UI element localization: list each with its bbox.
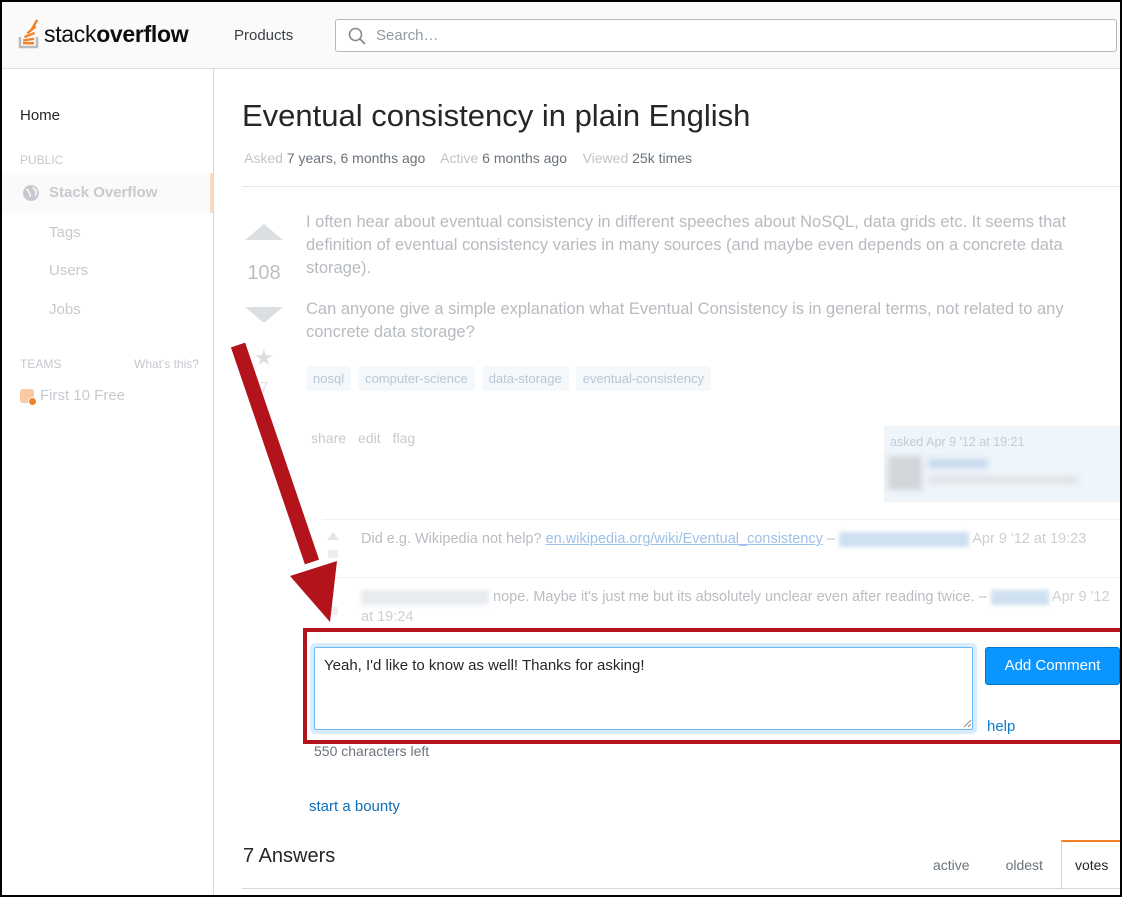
- divider: [322, 519, 1120, 520]
- logo-text: stackoverflow: [44, 20, 189, 48]
- tag-nosql[interactable]: nosql: [306, 366, 352, 391]
- comment-text: Did e.g. Wikipedia not help?: [361, 531, 542, 547]
- comment-upvote-icon[interactable]: [327, 532, 339, 540]
- blurred-comment-author[interactable]: [361, 589, 489, 605]
- asked-value: 7 years, 6 months ago: [286, 150, 426, 166]
- blurred-reputation: [928, 476, 1078, 484]
- favorite-count: 7: [260, 379, 269, 396]
- comment-dash: –: [826, 531, 835, 547]
- search-input[interactable]: [374, 26, 1078, 45]
- highlight-box-annotation: [303, 628, 1120, 744]
- question-title[interactable]: Eventual consistency in plain English: [242, 98, 750, 134]
- left-sidebar: Home PUBLIC Stack Overflow Tags Users Jo…: [2, 69, 214, 895]
- sidebar-teams-heading: TEAMS: [20, 357, 62, 371]
- share-link[interactable]: share: [311, 430, 346, 446]
- viewed-value: 25k times: [632, 150, 693, 166]
- blurred-comment-author[interactable]: [839, 531, 969, 547]
- tab-votes[interactable]: votes: [1060, 840, 1120, 890]
- sidebar-item-home[interactable]: Home: [20, 107, 60, 124]
- wikipedia-link[interactable]: en.wikipedia.org/wiki/Eventual_consisten…: [546, 531, 823, 547]
- comment-item: Did e.g. Wikipedia not help? en.wikipedi…: [361, 529, 1116, 549]
- sidebar-public-heading: PUBLIC: [20, 153, 64, 167]
- comment-flag-icon[interactable]: [328, 607, 338, 615]
- question-owner-card: asked Apr 9 '12 at 19:21: [884, 426, 1120, 502]
- flag-link[interactable]: flag: [393, 430, 416, 446]
- favorite-star-icon[interactable]: ★: [254, 345, 274, 371]
- divider: [242, 186, 1120, 187]
- divider: [242, 888, 1120, 889]
- answers-count-heading: 7 Answers: [243, 845, 336, 867]
- stackoverflow-logo[interactable]: stackoverflow: [18, 16, 189, 52]
- teams-icon: [20, 388, 37, 406]
- start-bounty-link[interactable]: start a bounty: [309, 798, 400, 815]
- avatar[interactable]: [888, 456, 922, 490]
- question-meta: Asked 7 years, 6 months ago Active 6 mon…: [244, 150, 692, 166]
- edit-link[interactable]: edit: [358, 430, 381, 446]
- answer-sort-tabs: active oldest votes: [915, 840, 1120, 890]
- question-body-paragraph: I often hear about eventual consistency …: [306, 213, 1067, 277]
- tab-oldest[interactable]: oldest: [988, 840, 1061, 890]
- first-10-free-label: First 10 Free: [40, 387, 126, 404]
- downvote-arrow-icon[interactable]: [245, 307, 283, 323]
- sidebar-item-jobs[interactable]: Jobs: [49, 301, 81, 318]
- globe-icon: [23, 185, 39, 201]
- products-menu[interactable]: Products: [234, 27, 293, 44]
- tag-data-storage[interactable]: data-storage: [481, 366, 569, 391]
- top-bar: stackoverflow Products: [2, 2, 1120, 69]
- tag-list: nosql computer-science data-storage even…: [306, 366, 718, 391]
- sidebar-item-tags[interactable]: Tags: [49, 224, 81, 241]
- comment-flag-icon[interactable]: [328, 550, 338, 558]
- sidebar-item-users[interactable]: Users: [49, 262, 88, 279]
- sidebar-item-stack-overflow[interactable]: Stack Overflow: [2, 173, 213, 213]
- upvote-arrow-icon[interactable]: [245, 224, 283, 240]
- browser-frame: stackoverflow Products Home PUBLIC Stack…: [0, 0, 1122, 897]
- comment-date: Apr 9 '12 at 19:23: [972, 531, 1087, 547]
- blurred-comment-author[interactable]: [990, 589, 1049, 605]
- active-label: Active: [440, 150, 479, 166]
- question-body-paragraph: Can anyone give a simple explanation wha…: [306, 300, 1064, 341]
- comment-text: nope. Maybe it's just me but its absolut…: [493, 589, 987, 605]
- viewed-label: Viewed: [582, 150, 629, 166]
- search-icon: [348, 27, 366, 45]
- active-value[interactable]: 6 months ago: [482, 150, 567, 166]
- asked-label: Asked: [244, 150, 283, 166]
- tab-active[interactable]: active: [915, 840, 988, 890]
- sidebar-item-stack-overflow-label: Stack Overflow: [49, 184, 158, 201]
- search-bar[interactable]: [335, 19, 1117, 52]
- logo-text-light: stack: [44, 20, 97, 47]
- divider: [322, 577, 1120, 578]
- sidebar-item-first-10-free[interactable]: First 10 Free: [20, 387, 126, 406]
- logo-text-bold: overflow: [96, 20, 189, 47]
- tag-eventual-consistency[interactable]: eventual-consistency: [575, 366, 712, 391]
- vote-count: 108: [247, 262, 281, 284]
- characters-left-counter: 550 characters left: [314, 743, 430, 759]
- tag-computer-science[interactable]: computer-science: [358, 366, 475, 391]
- asked-timestamp: asked Apr 9 '12 at 19:21: [890, 435, 1025, 449]
- post-menu: share edit flag: [311, 430, 415, 446]
- comment-item: nope. Maybe it's just me but its absolut…: [361, 587, 1116, 627]
- stackoverflow-logo-icon: [18, 19, 39, 49]
- whats-this-link[interactable]: What's this?: [134, 357, 199, 371]
- blurred-username: [928, 459, 988, 468]
